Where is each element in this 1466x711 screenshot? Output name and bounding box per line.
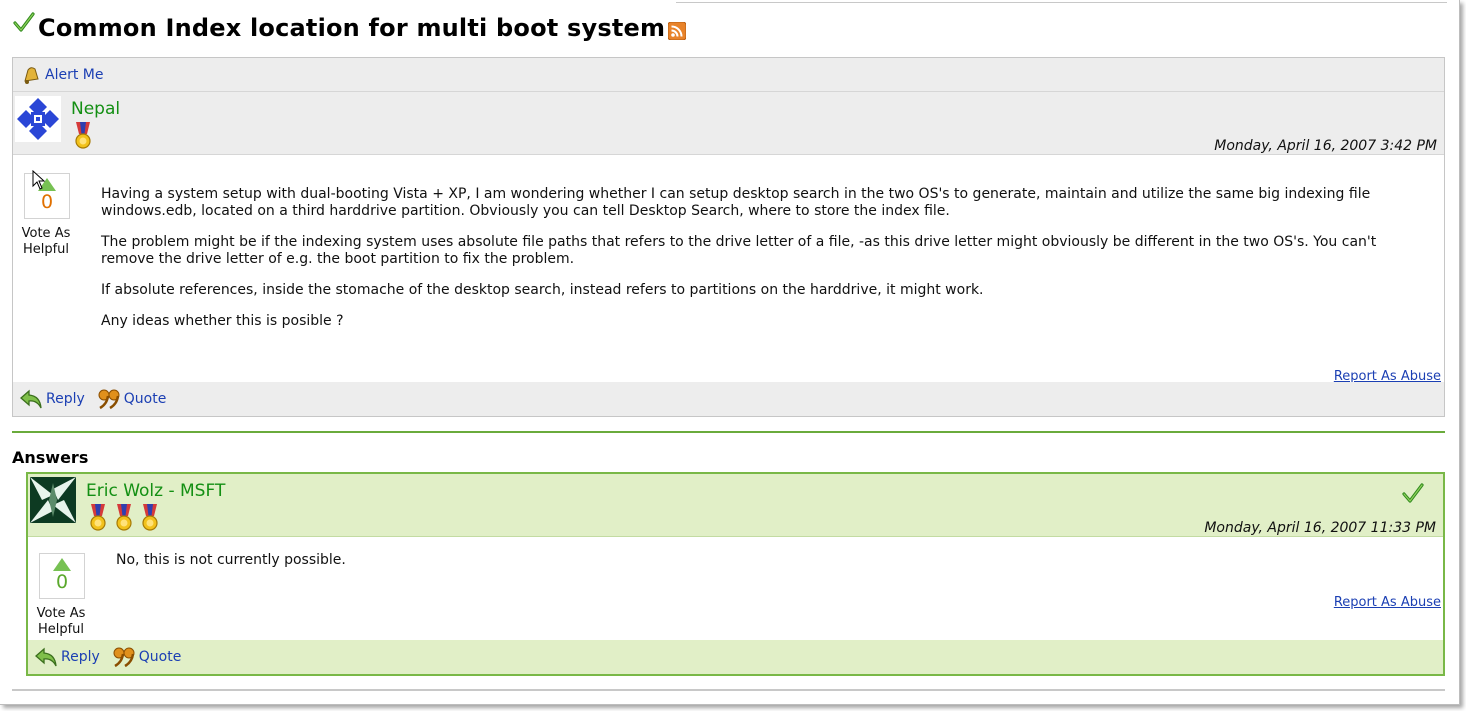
reply-arrow-icon <box>35 647 57 667</box>
medal-icon <box>116 504 132 531</box>
reply-link[interactable]: Reply <box>61 649 100 665</box>
alert-bar: Alert Me <box>13 58 1444 92</box>
answers-divider <box>12 431 1445 433</box>
question-author-name[interactable]: Nepal <box>71 99 120 119</box>
quote-icon <box>98 389 120 410</box>
vote-up-arrow-icon[interactable] <box>53 558 71 571</box>
answer-post: Eric Wolz - MSFT Monday, April 16, 2007 … <box>26 472 1445 676</box>
answer-action-bar: Reply Quote <box>28 640 1443 674</box>
answers-heading: Answers <box>12 448 89 467</box>
thread-title: Common Index location for multi boot sys… <box>38 14 666 42</box>
quote-link[interactable]: Quote <box>139 649 182 665</box>
question-vote-label: Vote As Helpful <box>16 226 76 258</box>
answer-author-name[interactable]: Eric Wolz - MSFT <box>86 481 225 501</box>
mouse-cursor-icon <box>32 170 46 190</box>
alert-me-link[interactable]: Alert Me <box>45 67 103 83</box>
medal-icon <box>142 504 158 531</box>
vote-label-line2: Helpful <box>37 622 85 637</box>
question-post: Alert Me Nepal Monday, April 16, 2007 3:… <box>12 57 1445 417</box>
medal-icon <box>75 122 91 149</box>
bottom-divider <box>12 689 1445 691</box>
question-vote-button[interactable]: 0 <box>24 173 70 219</box>
vote-label-line1: Vote As <box>36 606 86 621</box>
quote-button[interactable]: Quote <box>97 388 167 410</box>
answer-author-bar: Eric Wolz - MSFT Monday, April 16, 2007 … <box>28 474 1443 537</box>
reply-button[interactable]: Reply <box>34 646 100 668</box>
answer-post-date: Monday, April 16, 2007 11:33 PM <box>1204 520 1436 536</box>
vote-label-line1: Vote As <box>21 226 71 241</box>
medal-icon <box>90 504 106 531</box>
avatar[interactable] <box>15 96 61 142</box>
answer-checkmark-icon <box>1402 483 1424 503</box>
reply-arrow-icon <box>20 389 42 409</box>
report-abuse-link[interactable]: Report As Abuse <box>1334 595 1441 610</box>
question-post-date: Monday, April 16, 2007 3:42 PM <box>1214 138 1437 154</box>
answer-vote-button[interactable]: 0 <box>39 553 85 599</box>
question-paragraph: Any ideas whether this is posible ? <box>101 313 344 329</box>
reply-button[interactable]: Reply <box>19 388 85 410</box>
question-paragraph: Having a system setup with dual-booting … <box>101 186 1371 219</box>
quote-button[interactable]: Quote <box>112 646 182 668</box>
avatar[interactable] <box>30 477 76 523</box>
quote-link[interactable]: Quote <box>124 391 167 407</box>
question-author-medals <box>71 122 97 150</box>
question-paragraph: If absolute references, inside the stoma… <box>101 282 984 298</box>
bell-icon[interactable] <box>21 65 41 85</box>
answer-vote-count: 0 <box>55 571 69 593</box>
answer-body: No, this is not currently possible. <box>116 552 346 568</box>
answer-author-medals <box>86 504 164 532</box>
quote-icon <box>113 647 135 668</box>
page-frame: Common Index location for multi boot sys… <box>0 0 1460 705</box>
question-body: Having a system setup with dual-booting … <box>101 186 1431 344</box>
answer-vote-label: Vote As Helpful <box>31 606 91 638</box>
top-divider <box>676 2 1447 3</box>
question-action-bar: Reply Quote <box>13 382 1444 416</box>
vote-label-line2: Helpful <box>22 242 70 257</box>
reply-link[interactable]: Reply <box>46 391 85 407</box>
question-author-bar: Nepal Monday, April 16, 2007 3:42 PM <box>13 92 1444 155</box>
question-paragraph: The problem might be if the indexing sys… <box>101 234 1377 267</box>
rss-icon[interactable] <box>668 22 687 40</box>
answered-checkmark-icon <box>13 12 35 32</box>
thread-title-row: Common Index location for multi boot sys… <box>12 10 687 46</box>
question-vote-count: 0 <box>40 191 54 213</box>
